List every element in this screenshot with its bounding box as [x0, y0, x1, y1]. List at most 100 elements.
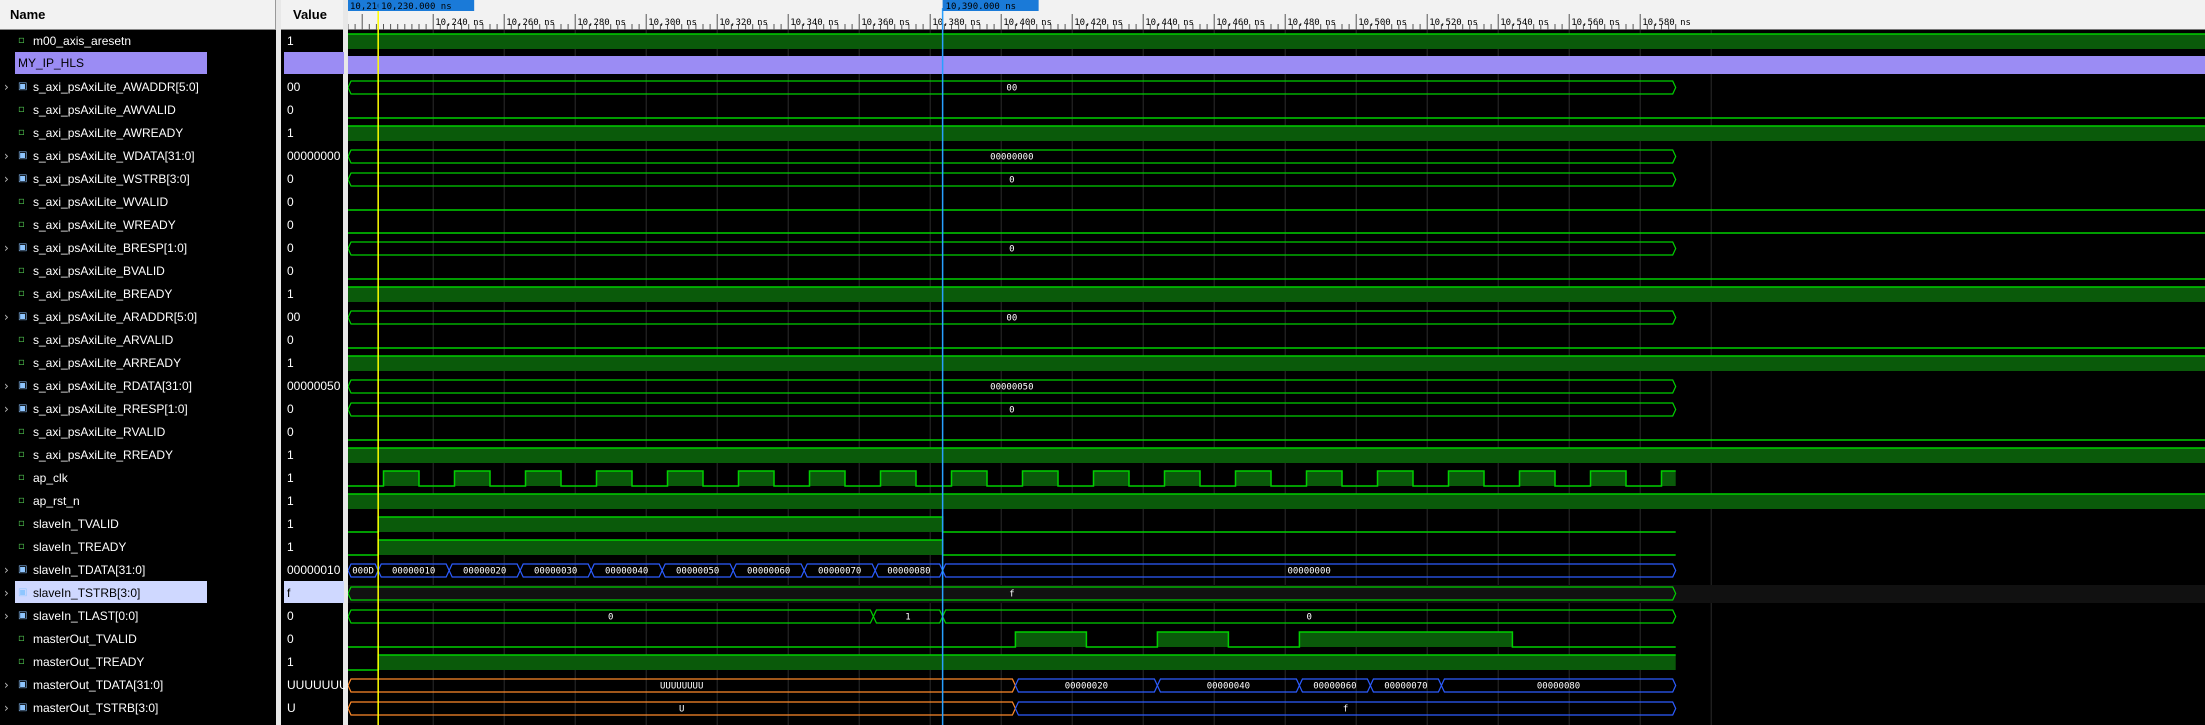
bus-value-label: 00000030: [534, 567, 577, 577]
signal-row[interactable]: › ▣ s_axi_psAxiLite_AWADDR[5:0]: [0, 76, 276, 99]
waveform-canvas[interactable]: 10,240 ns 10,260 ns 10,280 ns 10,300 ns 10,3…: [348, 0, 2205, 725]
bus-value-label: 0: [1009, 176, 1014, 186]
bit-signal-icon: ▫: [18, 334, 25, 345]
column-splitter[interactable]: [276, 0, 281, 725]
signal-value: 0: [287, 402, 294, 416]
bit-signal-icon: ▫: [18, 541, 25, 552]
time-ruler-label: 10,340 ns: [790, 18, 839, 28]
signal-high-fill: [880, 471, 916, 486]
signal-row[interactable]: MY_IP_HLS: [0, 53, 276, 76]
bus-signal-icon: ▣: [18, 679, 28, 690]
bit-signal-icon: ▫: [18, 656, 25, 667]
signal-name: masterOut_TDATA[31:0]: [33, 678, 164, 692]
signal-high-fill: [348, 126, 2205, 141]
expand-arrow-icon[interactable]: ›: [4, 311, 9, 324]
bus-signal-icon: ▣: [18, 150, 28, 161]
left-edge-label: 10,216: [350, 2, 383, 12]
expand-arrow-icon[interactable]: ›: [4, 610, 9, 623]
expand-arrow-icon[interactable]: ›: [4, 564, 9, 577]
signal-high-fill: [348, 356, 2205, 371]
signal-row[interactable]: › ▣ s_axi_psAxiLite_WDATA[31:0]: [0, 145, 276, 168]
signal-high-fill: [525, 471, 561, 486]
signal-row[interactable]: ▫ m00_axis_aresetn: [0, 30, 276, 53]
signal-high-fill: [378, 655, 1676, 670]
bus-value-label: 00000080: [1537, 682, 1580, 692]
bus-value-label: 00000050: [676, 567, 719, 577]
signal-name: s_axi_psAxiLite_BVALID: [33, 264, 165, 278]
signal-row[interactable]: ▫ s_axi_psAxiLite_ARVALID: [0, 329, 276, 352]
signal-name: masterOut_TSTRB[3:0]: [33, 701, 159, 715]
signal-high-fill: [348, 494, 2205, 509]
signal-value: 0: [287, 632, 294, 646]
signal-name: slaveIn_TREADY: [33, 540, 127, 554]
signal-high-fill: [454, 471, 490, 486]
bus-value-label: 00000000: [1287, 567, 1330, 577]
signal-value: 1: [287, 34, 294, 48]
signal-row[interactable]: ▫ s_axi_psAxiLite_ARREADY: [0, 352, 276, 375]
signal-row[interactable]: › ▣ slaveIn_TDATA[31:0]: [0, 559, 276, 582]
time-ruler-label: 10,420 ns: [1074, 18, 1123, 28]
signal-row[interactable]: › ▣ slaveIn_TSTRB[3:0]: [0, 582, 276, 605]
signal-name: s_axi_psAxiLite_RREADY: [33, 448, 174, 462]
signal-row[interactable]: › ▣ masterOut_TDATA[31:0]: [0, 674, 276, 697]
signal-row[interactable]: › ▣ s_axi_psAxiLite_ARADDR[5:0]: [0, 306, 276, 329]
expand-arrow-icon[interactable]: ›: [4, 587, 9, 600]
expand-arrow-icon[interactable]: ›: [4, 81, 9, 94]
signal-row[interactable]: ▫ ap_rst_n: [0, 490, 276, 513]
signal-high-fill: [348, 448, 2205, 463]
signal-row[interactable]: ▫ ap_clk: [0, 467, 276, 490]
signal-row[interactable]: ▫ slaveIn_TVALID: [0, 513, 276, 536]
signal-high-fill: [348, 287, 2205, 302]
signal-row[interactable]: ▫ s_axi_psAxiLite_AWVALID: [0, 99, 276, 122]
time-ruler-label: 10,500 ns: [1358, 18, 1407, 28]
signal-row[interactable]: ▫ s_axi_psAxiLite_WVALID: [0, 191, 276, 214]
signal-row[interactable]: › ▣ slaveIn_TLAST[0:0]: [0, 605, 276, 628]
signal-row[interactable]: ▫ s_axi_psAxiLite_BREADY: [0, 283, 276, 306]
signal-value: 00: [287, 310, 301, 324]
signal-high-fill: [596, 471, 632, 486]
expand-arrow-icon[interactable]: ›: [4, 702, 9, 715]
time-ruler-label: 10,460 ns: [1216, 18, 1265, 28]
time-ruler-label: 10,240 ns: [435, 18, 484, 28]
bus-value-label: 00000000: [990, 153, 1033, 163]
bus-signal-icon: ▣: [18, 403, 28, 414]
bus-signal-icon: ▣: [18, 610, 28, 621]
expand-arrow-icon[interactable]: ›: [4, 679, 9, 692]
time-ruler-label: 10,400 ns: [1003, 18, 1052, 28]
signal-high-fill: [809, 471, 845, 486]
expand-arrow-icon[interactable]: ›: [4, 173, 9, 186]
signal-name: s_axi_psAxiLite_RDATA[31:0]: [33, 379, 192, 393]
signal-row[interactable]: › ▣ s_axi_psAxiLite_WSTRB[3:0]: [0, 168, 276, 191]
signal-row[interactable]: › ▣ s_axi_psAxiLite_RRESP[1:0]: [0, 398, 276, 421]
signal-row[interactable]: ▫ s_axi_psAxiLite_AWREADY: [0, 122, 276, 145]
bit-signal-icon: ▫: [18, 449, 25, 460]
signal-row[interactable]: ▫ s_axi_psAxiLite_BVALID: [0, 260, 276, 283]
signal-row[interactable]: ▫ masterOut_TREADY: [0, 651, 276, 674]
signal-name: masterOut_TREADY: [33, 655, 145, 669]
signal-high-fill: [1164, 471, 1200, 486]
bit-signal-icon: ▫: [18, 426, 25, 437]
signal-row[interactable]: ▫ s_axi_psAxiLite_RVALID: [0, 421, 276, 444]
signal-row[interactable]: ▫ s_axi_psAxiLite_RREADY: [0, 444, 276, 467]
signal-row[interactable]: ▫ slaveIn_TREADY: [0, 536, 276, 559]
bus-value-label: 00000020: [1065, 682, 1108, 692]
signal-row[interactable]: › ▣ masterOut_TSTRB[3:0]: [0, 697, 276, 720]
signal-value: 0: [287, 172, 294, 186]
expand-arrow-icon[interactable]: ›: [4, 380, 9, 393]
signal-high-fill: [951, 471, 987, 486]
expand-arrow-icon[interactable]: ›: [4, 150, 9, 163]
signal-row[interactable]: ▫ masterOut_TVALID: [0, 628, 276, 651]
signal-row[interactable]: › ▣ s_axi_psAxiLite_RDATA[31:0]: [0, 375, 276, 398]
bit-signal-icon: ▫: [18, 495, 25, 506]
signal-high-fill: [1448, 471, 1484, 486]
signal-name: slaveIn_TVALID: [33, 517, 119, 531]
value-column-header[interactable]: Value: [281, 0, 345, 30]
expand-arrow-icon[interactable]: ›: [4, 242, 9, 255]
signal-row[interactable]: ▫ s_axi_psAxiLite_WREADY: [0, 214, 276, 237]
signal-value: 00000050: [287, 379, 341, 393]
expand-arrow-icon[interactable]: ›: [4, 403, 9, 416]
signal-high-fill: [378, 540, 943, 555]
signal-row[interactable]: › ▣ s_axi_psAxiLite_BRESP[1:0]: [0, 237, 276, 260]
bus-value-label: 00: [1006, 314, 1017, 324]
name-column-header[interactable]: Name: [0, 0, 276, 30]
